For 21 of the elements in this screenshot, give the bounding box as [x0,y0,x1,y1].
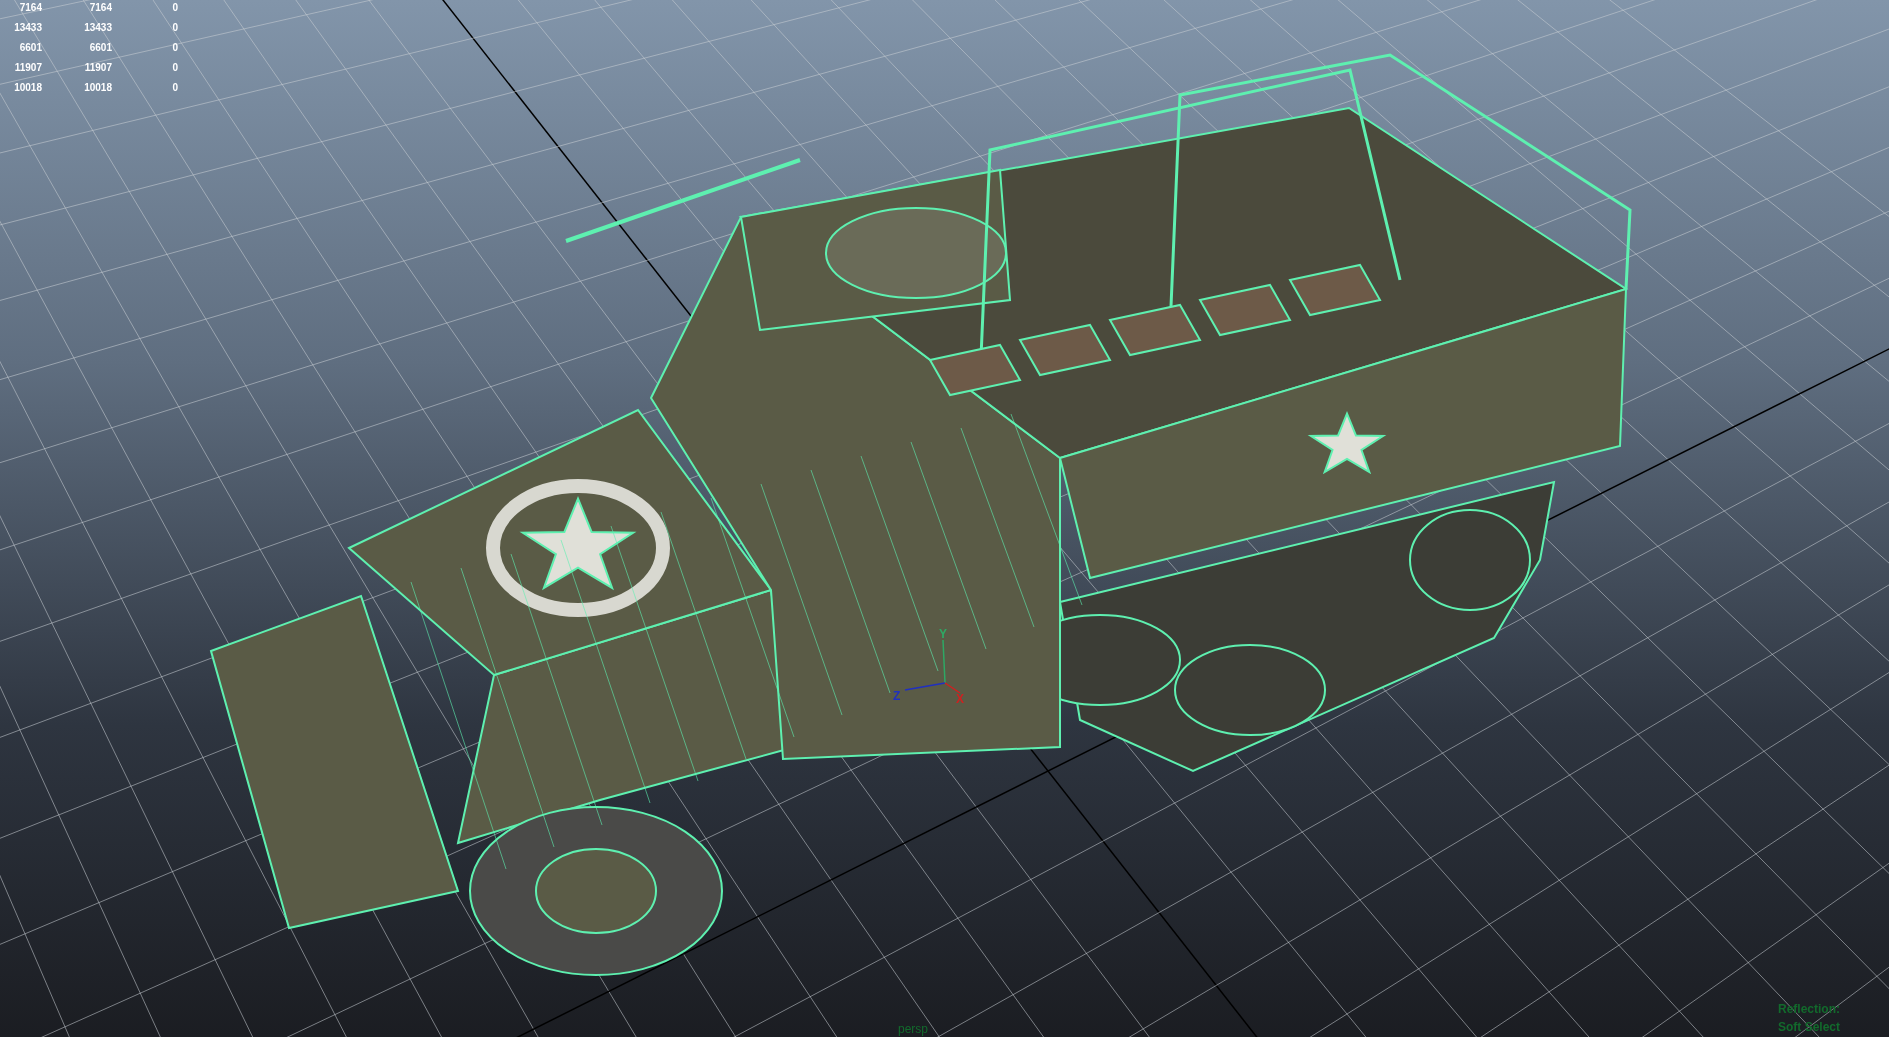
poly-count-value: 0 [171,41,178,55]
poly-count-value: 6601 [18,41,42,55]
poly-count-value: 6601 [88,41,112,55]
camera-name-label: persp [898,1022,929,1036]
poly-count-value: 0 [171,81,178,95]
axis-gizmo-drawing [904,639,961,694]
poly-count-value: 0 [171,21,178,35]
poly-count-value: 0 [171,61,178,75]
hud-note: Soft Select [1778,1020,1840,1034]
axis-label: Z [893,689,901,703]
axis-label: X [956,692,964,706]
poly-count-value: 13433 [83,21,112,35]
poly-count-value: 7164 [18,1,42,15]
axis-label: Y [939,627,947,641]
poly-count-value: 11907 [83,61,112,75]
poly-count-value: 10018 [13,81,42,95]
poly-count-value: 13433 [13,21,42,35]
poly-count-value: 0 [171,1,178,15]
poly-count-value: 10018 [83,81,112,95]
poly-count-value: 11907 [13,61,42,75]
poly-count-value: 7164 [88,1,112,15]
